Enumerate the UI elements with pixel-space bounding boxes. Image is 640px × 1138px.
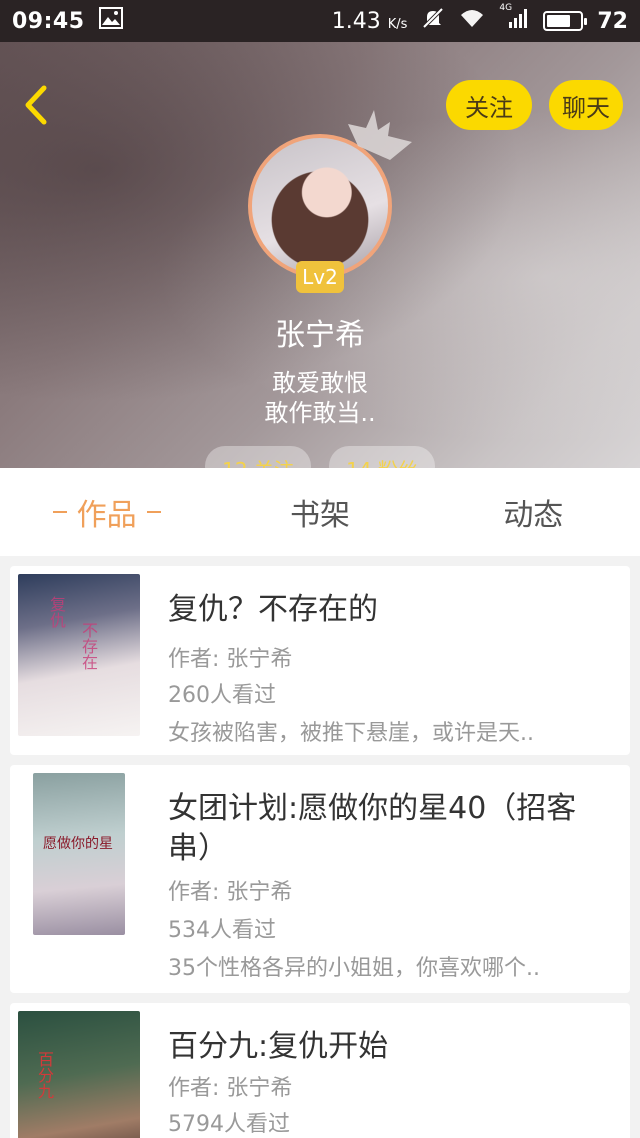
work-views: 5794人看过	[168, 1112, 290, 1137]
book-cover: 复仇 不存在	[18, 574, 140, 736]
network-speed: 1.43 K/s	[332, 9, 408, 34]
network-speed-unit: K/s	[387, 16, 408, 32]
tab-works-label: 作品	[76, 498, 137, 533]
fans-count[interactable]: 14 粉丝	[329, 446, 435, 468]
tab-active-dash-right	[146, 511, 161, 513]
tab-active-dash-left	[52, 511, 67, 513]
work-card[interactable]: 愿做你的星 女团计划:愿做你的星40（招客串） 作者: 张宁希 534人看过 3…	[10, 765, 630, 993]
clock: 09:45	[12, 8, 85, 34]
bio-line-2: 敢作敢当..	[264, 399, 376, 427]
book-cover: 百分九	[18, 1011, 140, 1138]
battery-icon	[543, 11, 588, 31]
book-cover: 愿做你的星	[33, 773, 125, 935]
tab-bookshelf-label: 书架	[289, 498, 350, 533]
cover-art-text: 百分九	[35, 1051, 54, 1099]
signal-icon: 4G	[499, 3, 529, 35]
tab-activity-label: 动态	[503, 498, 564, 533]
wifi-icon	[459, 7, 485, 35]
work-card[interactable]: 复仇 不存在 复仇？不存在的 作者: 张宁希 260人看过 女孩被陷害，被推下悬…	[10, 566, 630, 755]
follow-button[interactable]: 关注	[446, 80, 532, 130]
tab-activity[interactable]: 动态	[427, 468, 640, 556]
work-title: 女团计划:愿做你的星40（招客串）	[168, 791, 577, 866]
battery-percent: 72	[597, 8, 628, 34]
works-list: 复仇 不存在 复仇？不存在的 作者: 张宁希 260人看过 女孩被陷害，被推下悬…	[0, 556, 640, 1138]
work-views: 534人看过	[168, 918, 276, 943]
network-type: 4G	[499, 3, 513, 13]
tab-works[interactable]: 作品	[0, 468, 213, 556]
gallery-icon	[98, 7, 123, 35]
network-speed-value: 1.43	[331, 8, 381, 34]
work-author: 作者: 张宁希	[168, 647, 293, 672]
work-author: 作者: 张宁希	[168, 1076, 293, 1101]
tab-bookshelf[interactable]: 书架	[213, 468, 426, 556]
crown-icon	[348, 110, 412, 160]
mute-bell-icon	[421, 6, 445, 36]
cover-art-text: 愿做你的星	[43, 836, 113, 852]
profile-tabs: 作品 书架 动态	[0, 468, 640, 556]
profile-header: 关注 聊天 Lv2 张宁希 敢爱敢恨 敢作敢当.. 12 关注 14 粉丝	[0, 42, 640, 468]
work-summary: 35个性格各异的小姐姐，你喜欢哪个..	[168, 956, 540, 981]
work-card[interactable]: 百分九 百分九:复仇开始 作者: 张宁希 5794人看过	[10, 1003, 630, 1138]
bio: 敢爱敢恨 敢作敢当..	[0, 368, 640, 428]
chevron-left-icon	[25, 85, 47, 125]
cover-art-text: 复仇	[47, 596, 66, 628]
bio-line-1: 敢爱敢恨	[272, 369, 368, 397]
work-title: 复仇？不存在的	[168, 592, 378, 627]
avatar-container	[248, 110, 412, 278]
back-button[interactable]	[18, 80, 58, 130]
work-author: 作者: 张宁希	[168, 880, 293, 905]
work-summary: 女孩被陷害，被推下悬崖，或许是天..	[168, 721, 534, 746]
chat-button[interactable]: 聊天	[549, 80, 623, 130]
work-views: 260人看过	[168, 683, 276, 708]
status-bar: 09:45 1.43 K/s 4G 72	[0, 0, 640, 42]
battery-fill	[547, 15, 571, 27]
following-count[interactable]: 12 关注	[205, 446, 311, 468]
cover-art-text: 不存在	[79, 622, 98, 670]
level-badge: Lv2	[296, 261, 344, 293]
work-title: 百分九:复仇开始	[168, 1029, 389, 1064]
username: 张宁希	[275, 318, 365, 353]
